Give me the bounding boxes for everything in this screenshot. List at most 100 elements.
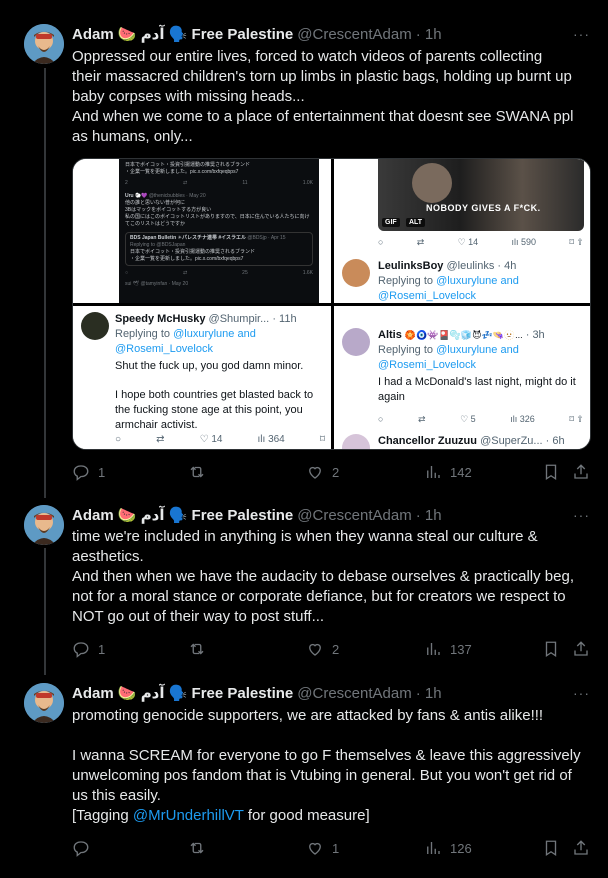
tweet-line: unwelcoming pos fandom that is Vtubing i… [72, 767, 572, 784]
avatar[interactable] [24, 683, 64, 723]
media-text: 他の誰と思いない普が何に [125, 200, 186, 206]
tweet-line: not for a moral stance or corporate defi… [72, 588, 566, 605]
media-image-top-left[interactable]: 日本でボイコット・投資引揚運動の推奨されるブランド ・企業一覧を更新しました。p… [73, 159, 331, 303]
views-button[interactable]: 142 [424, 462, 472, 482]
media-count: 590 [520, 237, 537, 247]
media-image-bottom-left[interactable]: Speedy McHusky @Shumpir... · 11h Replyin… [73, 306, 331, 449]
avatar[interactable] [24, 24, 64, 64]
tweet[interactable]: Adam 🍉 آدم 🗣️ Free Palestine @CrescentAd… [0, 683, 608, 863]
media-count: 326 [519, 414, 535, 424]
share-button[interactable] [572, 838, 590, 858]
author-name[interactable]: Adam 🍉 آدم 🗣️ Free Palestine [72, 25, 293, 43]
gif-thumbnail[interactable]: NOBODY GIVES A F*CK. GIF ALT [378, 159, 584, 231]
mention-link[interactable]: @MrUnderhillVT [133, 807, 244, 824]
bookmark-button[interactable] [542, 462, 560, 482]
tweet-line: I wanna SCREAM for everyone to go F them… [72, 747, 581, 764]
retweet-button[interactable] [188, 838, 214, 858]
tweet[interactable]: Adam 🍉 آدم 🗣️ Free Palestine @CrescentAd… [0, 505, 608, 660]
media-grid[interactable]: 日本でボイコット・投資引揚運動の推奨されるブランド ・企業一覧を更新しました。p… [72, 158, 591, 450]
timestamp[interactable]: · 1h [416, 26, 442, 43]
like-count: 2 [332, 641, 340, 657]
like-count: 2 [332, 464, 340, 480]
tagging-suffix: for good measure] [243, 807, 370, 824]
reply-button[interactable]: 1 [72, 462, 105, 482]
views-icon [427, 466, 440, 478]
more-options-icon[interactable]: ··· [573, 507, 590, 523]
tweet-line: their massacred children's torn up limbs… [72, 68, 572, 85]
avatar[interactable] [81, 312, 109, 340]
avatar[interactable] [24, 505, 64, 545]
tweet-actions: 1 126 [72, 838, 592, 858]
reply-button[interactable] [72, 838, 98, 858]
tweet-line: us this easily. [72, 787, 161, 804]
tweet-line: And then when we have the audacity to de… [72, 568, 574, 585]
heart-icon [309, 466, 321, 479]
like-button[interactable]: 2 [306, 639, 339, 659]
avatar[interactable] [342, 328, 370, 356]
tweet-header: Adam 🍉 آدم 🗣️ Free Palestine @CrescentAd… [72, 24, 442, 44]
author-handle[interactable]: @CrescentAdam [297, 685, 411, 702]
media-count: 25 [242, 270, 248, 276]
bookmark-button[interactable] [542, 838, 560, 858]
author-handle[interactable]: @CrescentAdam [297, 507, 411, 524]
tweet-actions: 1 2 142 [72, 462, 592, 482]
media-text: the fucking stone age at this point, you [115, 404, 303, 416]
timestamp[interactable]: · 1h [416, 685, 442, 702]
share-button[interactable] [572, 639, 590, 659]
media-time: · 11h [272, 313, 297, 325]
tweet-line: baby corpses with missing heads... [72, 88, 305, 105]
views-button[interactable]: 137 [424, 639, 472, 659]
media-author: LeulinksBoy [378, 260, 444, 272]
gif-badge: GIF [382, 218, 400, 227]
media-count: 2 [125, 180, 128, 186]
tweet-header: Adam 🍉 آدم 🗣️ Free Palestine @CrescentAd… [72, 505, 442, 525]
tweet-line: time we're included in anything is when … [72, 528, 538, 545]
more-options-icon[interactable]: ··· [573, 26, 590, 42]
retweet-icon [190, 643, 204, 655]
like-button[interactable]: 2 [306, 462, 339, 482]
media-text: 3Bはマックをボイコットする方が良い [125, 207, 212, 213]
retweet-button[interactable] [188, 639, 214, 659]
more-options-icon[interactable]: ··· [573, 685, 590, 701]
view-count: 126 [450, 840, 472, 856]
media-handle: @thenicbubbles · May 20 [148, 193, 206, 199]
media-text: Replying to @BDSJapan [130, 242, 186, 248]
media-text: again [378, 391, 405, 403]
tweet[interactable]: Adam 🍉 آدم 🗣️ Free Palestine @CrescentAd… [0, 24, 608, 494]
view-count: 142 [450, 464, 472, 480]
reply-button[interactable]: 1 [72, 639, 105, 659]
media-image-top-right[interactable]: NOBODY GIVES A F*CK. GIF ALT ○ ⇄ ♡ 14 ılı… [334, 159, 590, 303]
replying-link: @luxurylune and [436, 344, 519, 356]
tweet-text: promoting genocide supporters, we are at… [72, 706, 592, 826]
media-text: I hope both countries get blasted back t… [115, 389, 314, 401]
avatar[interactable] [342, 434, 370, 449]
share-button[interactable] [572, 462, 590, 482]
timestamp[interactable]: · 1h [416, 507, 442, 524]
author-handle[interactable]: @CrescentAdam [297, 26, 411, 43]
reply-icon [73, 642, 89, 658]
alt-badge[interactable]: ALT [406, 218, 426, 227]
author-name[interactable]: Adam 🍉 آدم 🗣️ Free Palestine [72, 684, 293, 702]
retweet-button[interactable] [188, 462, 214, 482]
media-handle: @BDSjp · Apr 15 [247, 235, 286, 241]
media-text: armchair activist. [115, 419, 198, 431]
media-text: 私の国にはこのボイコットリストがありますので、日本に住んでいる人たちに向け [125, 214, 310, 220]
reply-icon [73, 465, 89, 481]
author-name[interactable]: Adam 🍉 آدم 🗣️ Free Palestine [72, 506, 293, 524]
media-text: ・企業一覧を更新しました。pic.x.com/bxfqeqbps7 [130, 256, 244, 262]
heart-icon [309, 842, 321, 855]
replying-link: @Rosemi_Lovelock [378, 359, 476, 371]
reply-icon [73, 841, 89, 857]
media-author: Chancellor Zuuzuu [378, 435, 477, 447]
reply-count: 1 [98, 641, 106, 657]
tweet-line: as humans, only... [72, 128, 193, 145]
views-icon [427, 842, 440, 854]
like-button[interactable]: 1 [306, 838, 339, 858]
views-button[interactable]: 126 [424, 838, 472, 858]
tweet-header: Adam 🍉 آدم 🗣️ Free Palestine @CrescentAd… [72, 683, 442, 703]
replying-to: Replying to [115, 328, 174, 340]
bookmark-button[interactable] [542, 639, 560, 659]
avatar[interactable] [342, 259, 370, 287]
media-image-bottom-right[interactable]: Altis 🏵️🧿👾🎴🫧🧊😈💤👒🫥... · 3h Replying to @l… [334, 306, 590, 449]
media-count: 1.6K [302, 270, 313, 276]
